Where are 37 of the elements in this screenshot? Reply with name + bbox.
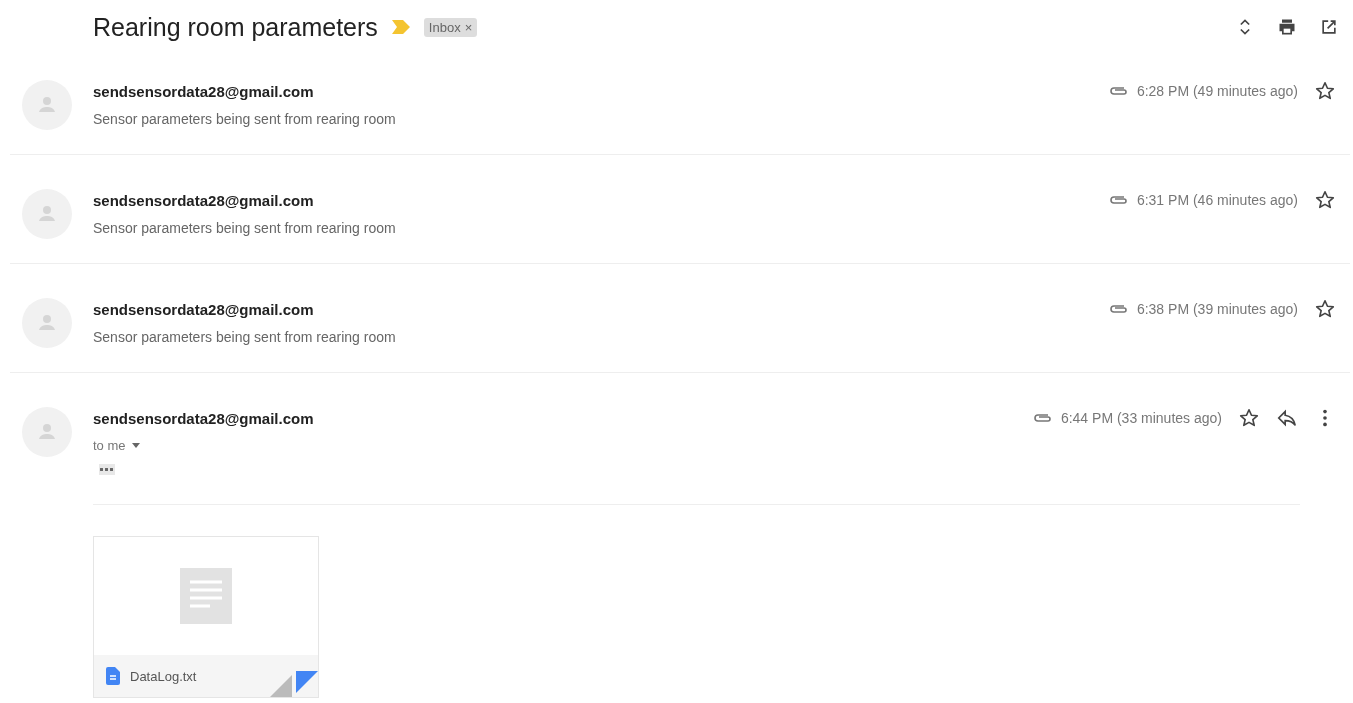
avatar-icon bbox=[22, 407, 72, 457]
recipient-text: to me bbox=[93, 438, 126, 453]
avatar-icon bbox=[22, 80, 72, 130]
star-icon[interactable] bbox=[1238, 407, 1260, 429]
paperclip-icon bbox=[1108, 194, 1129, 206]
attachment-card[interactable]: DataLog.txt bbox=[93, 536, 319, 698]
sender-name: sendsensordata28@gmail.com bbox=[93, 409, 314, 427]
folded-corner-icon bbox=[270, 671, 318, 697]
remove-label-button[interactable]: × bbox=[464, 19, 473, 35]
paperclip-icon bbox=[1032, 412, 1053, 424]
star-icon[interactable] bbox=[1314, 80, 1336, 102]
message-time: 6:44 PM (33 minutes ago) bbox=[1060, 410, 1222, 426]
document-preview-icon bbox=[180, 568, 232, 624]
open-in-new-window-icon[interactable] bbox=[1319, 17, 1339, 37]
inbox-label: Inbox × bbox=[423, 17, 478, 37]
attachment-name: DataLog.txt bbox=[130, 668, 197, 684]
dropdown-caret-icon[interactable] bbox=[131, 443, 140, 448]
message-snippet: Sensor parameters being sent from rearing room bbox=[93, 220, 397, 236]
sender-name: sendsensordata28@gmail.com bbox=[93, 82, 314, 100]
sender-name: sendsensordata28@gmail.com bbox=[93, 300, 314, 318]
star-icon[interactable] bbox=[1314, 189, 1336, 211]
document-file-icon bbox=[106, 667, 120, 685]
star-icon[interactable] bbox=[1314, 298, 1336, 320]
paperclip-icon bbox=[1108, 85, 1129, 97]
sender-name: sendsensordata28@gmail.com bbox=[93, 191, 314, 209]
message-snippet: Sensor parameters being sent from rearing room bbox=[93, 111, 397, 127]
paperclip-icon bbox=[1108, 303, 1129, 315]
message-time: 6:28 PM (49 minutes ago) bbox=[1136, 83, 1298, 99]
message-snippet: Sensor parameters being sent from rearing room bbox=[93, 329, 397, 345]
email-subject: Rearing room parameters bbox=[93, 12, 378, 42]
avatar-icon bbox=[22, 189, 72, 239]
message-time: 6:38 PM (39 minutes ago) bbox=[1136, 301, 1298, 317]
importance-marker-icon[interactable] bbox=[391, 20, 410, 34]
print-icon[interactable] bbox=[1277, 17, 1297, 37]
avatar-icon bbox=[22, 298, 72, 348]
message-time: 6:31 PM (46 minutes ago) bbox=[1136, 192, 1298, 208]
reply-icon[interactable] bbox=[1276, 407, 1298, 429]
